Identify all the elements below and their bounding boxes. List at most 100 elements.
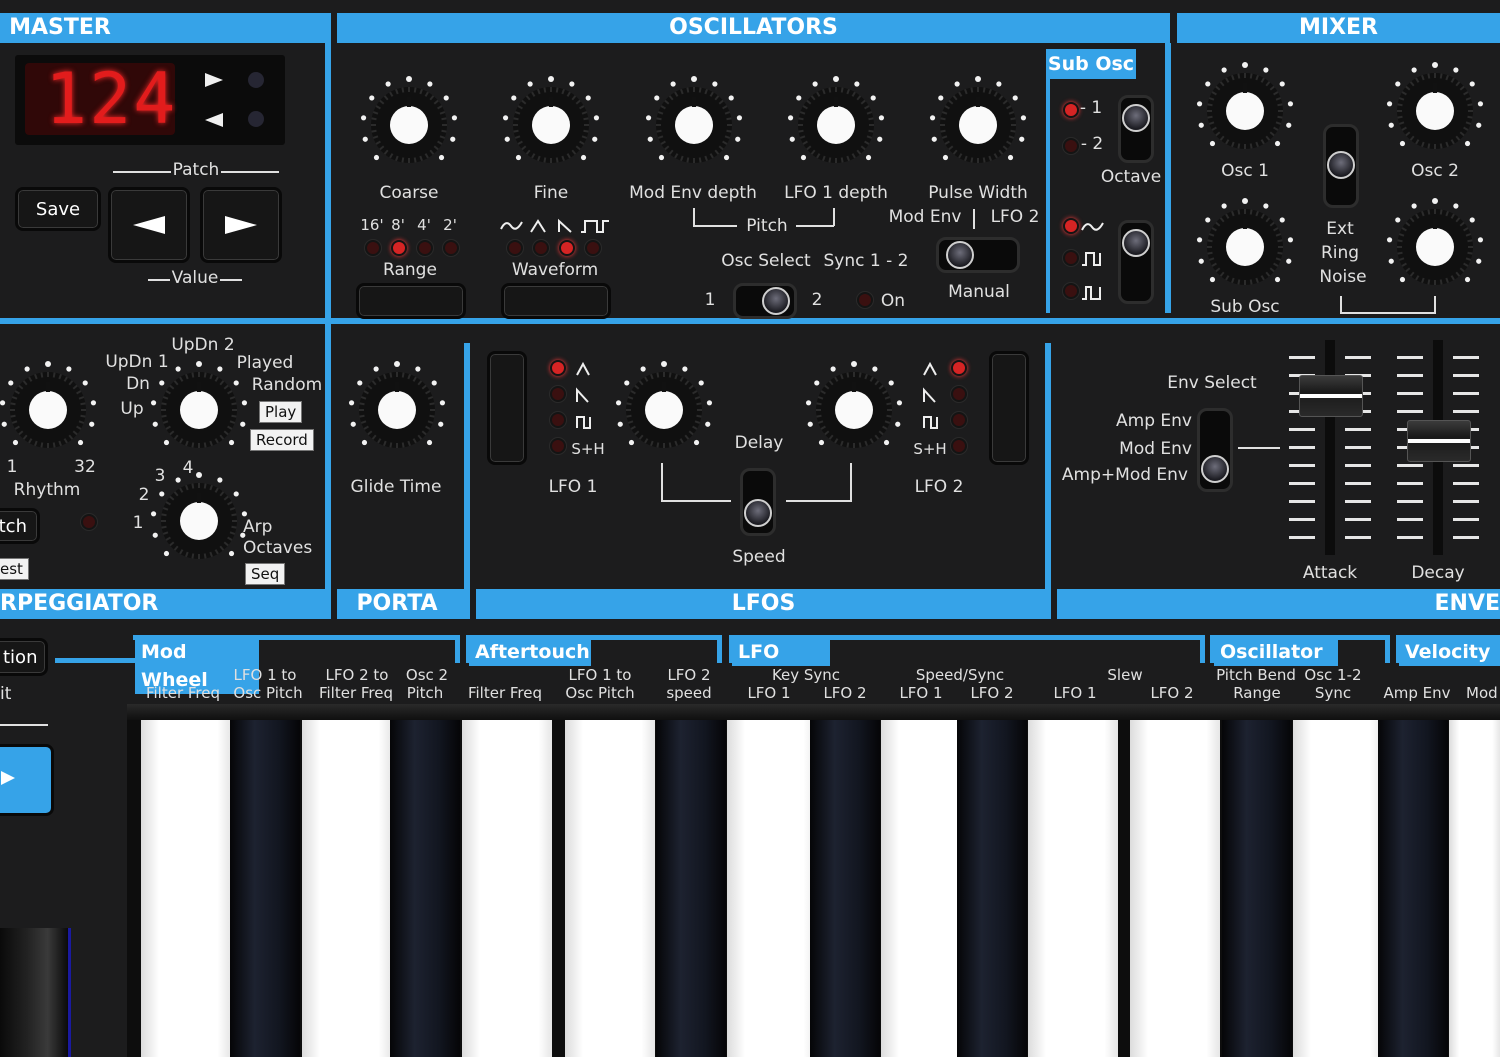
mw-lfo2-to: LFO 2 to xyxy=(325,666,389,684)
patch-next-button[interactable] xyxy=(200,187,282,263)
latch-button[interactable]: tch xyxy=(0,508,40,544)
black-key[interactable] xyxy=(1378,720,1448,1057)
at-speed: speed xyxy=(666,684,712,702)
lfo-sl-lfo1: LFO 1 xyxy=(1053,684,1097,702)
reverse-indicator-icon xyxy=(205,113,223,127)
saw-wave-icon xyxy=(576,387,589,403)
white-key[interactable] xyxy=(462,720,552,1057)
divider xyxy=(464,343,470,619)
range-button[interactable] xyxy=(356,283,466,319)
white-key[interactable] xyxy=(1028,720,1118,1057)
triangle-wave-icon xyxy=(530,219,546,233)
lfo2-select-button[interactable] xyxy=(989,351,1029,465)
mixer-title: MIXER xyxy=(1298,15,1378,40)
lfo1-wave-icons xyxy=(576,361,591,429)
lfo2-label: LFO 2 xyxy=(914,477,964,497)
record-tag[interactable]: Record xyxy=(250,429,314,451)
lfo-sl-lfo2: LFO 2 xyxy=(1150,684,1194,702)
indicator-dot xyxy=(248,72,264,88)
mixer-osc1-knob[interactable] xyxy=(1190,56,1300,170)
waveform-button[interactable] xyxy=(501,283,611,319)
fine-knob[interactable] xyxy=(496,70,606,184)
sub-oct-minus1: - 1 xyxy=(1079,98,1103,118)
patch-label: Patch xyxy=(172,160,220,180)
play-tag[interactable]: Play xyxy=(259,401,303,423)
lfo1-depth-knob[interactable] xyxy=(781,70,891,184)
black-key[interactable] xyxy=(810,720,880,1057)
function-button[interactable]: tion xyxy=(0,638,48,676)
at-lfo2: LFO 2 xyxy=(667,666,711,684)
arp-octaves-knob[interactable] xyxy=(144,466,254,580)
lfo1-speed-knob[interactable] xyxy=(609,355,719,469)
pitch-label: Pitch xyxy=(746,216,788,236)
triangle-wave-icon xyxy=(923,361,937,376)
square-wave-icon xyxy=(576,416,591,429)
white-key[interactable] xyxy=(141,720,231,1057)
sine-wave-icon xyxy=(1081,222,1104,231)
osc-select-2: 2 xyxy=(811,290,823,310)
octave-up-button[interactable] xyxy=(0,744,54,816)
mixer-noise-knob[interactable] xyxy=(1380,192,1490,306)
sub-wave-switch[interactable] xyxy=(1118,220,1154,304)
at-lfo1-to: LFO 1 to xyxy=(568,666,632,684)
porta-title: PORTA xyxy=(356,591,438,616)
black-key[interactable] xyxy=(230,720,300,1057)
white-key[interactable] xyxy=(1449,720,1500,1057)
left-partial-label: it xyxy=(0,684,12,704)
pitch-wheel[interactable] xyxy=(0,928,71,1057)
mixer-osc2-knob[interactable] xyxy=(1380,56,1490,170)
mod-env-depth-knob[interactable] xyxy=(639,70,749,184)
lfo-speed-switch[interactable] xyxy=(740,468,776,536)
lfo-key-sync: Key Sync xyxy=(771,666,841,684)
waveform-led xyxy=(559,240,575,256)
right-arrow-icon xyxy=(225,216,257,234)
save-button[interactable]: Save xyxy=(15,187,101,231)
white-key[interactable] xyxy=(1293,720,1383,1057)
osc-12: Osc 1-2 xyxy=(1304,666,1362,684)
waveform-led xyxy=(533,240,549,256)
coarse-knob[interactable] xyxy=(354,70,464,184)
mixer-sub-osc-knob[interactable] xyxy=(1190,192,1300,306)
square-wave-icon xyxy=(1082,252,1101,266)
sync-on-label: On xyxy=(880,291,906,311)
at-filter-freq: Filter Freq xyxy=(467,684,543,702)
arp-mode-knob[interactable] xyxy=(144,355,254,469)
black-key[interactable] xyxy=(656,720,726,1057)
lfo1-wave-led xyxy=(550,360,566,376)
mixer-ext-label: Ext xyxy=(1326,219,1354,239)
white-key[interactable] xyxy=(565,720,655,1057)
value-label: Value xyxy=(171,268,219,288)
octave-label: Octave xyxy=(1100,167,1162,187)
test-tag[interactable]: est xyxy=(0,558,29,580)
mixer-source-switch[interactable] xyxy=(1323,124,1359,208)
lfo2-speed-knob[interactable] xyxy=(799,355,909,469)
black-key[interactable] xyxy=(957,720,1027,1057)
lfo-speed-sync: Speed/Sync xyxy=(915,666,1005,684)
rhythm-knob[interactable] xyxy=(0,355,103,469)
white-key[interactable] xyxy=(1130,720,1220,1057)
aftertouch-tab: Aftertouch xyxy=(469,638,591,666)
pw-source-switch[interactable] xyxy=(936,237,1020,273)
glide-time-knob[interactable] xyxy=(342,355,452,469)
osc-select-switch[interactable] xyxy=(733,283,797,319)
seq-tag[interactable]: Seq xyxy=(245,563,286,585)
black-key[interactable] xyxy=(1222,720,1292,1057)
lfo-slew: Slew xyxy=(1107,666,1143,684)
sub-octave-switch[interactable] xyxy=(1118,95,1154,163)
white-key[interactable] xyxy=(727,720,817,1057)
glide-time-label: Glide Time xyxy=(350,477,442,497)
lfo1-select-button[interactable] xyxy=(487,351,527,465)
env-select-switch[interactable] xyxy=(1197,408,1233,492)
black-key[interactable] xyxy=(390,720,460,1057)
pw-mod-env-label: Mod Env xyxy=(888,207,962,227)
white-key[interactable] xyxy=(302,720,392,1057)
keyboard-top-rail xyxy=(127,704,1500,720)
pulse-width-knob[interactable] xyxy=(923,70,1033,184)
master-title: MASTER xyxy=(9,15,111,40)
arp-label: Arp xyxy=(243,517,273,537)
pulse-wave-icon xyxy=(1082,286,1101,300)
patch-prev-button[interactable] xyxy=(108,187,190,263)
mod-env-label: Mod Env xyxy=(1119,439,1192,459)
pulse-width-label: Pulse Width xyxy=(928,183,1028,203)
coarse-label: Coarse xyxy=(379,183,439,203)
